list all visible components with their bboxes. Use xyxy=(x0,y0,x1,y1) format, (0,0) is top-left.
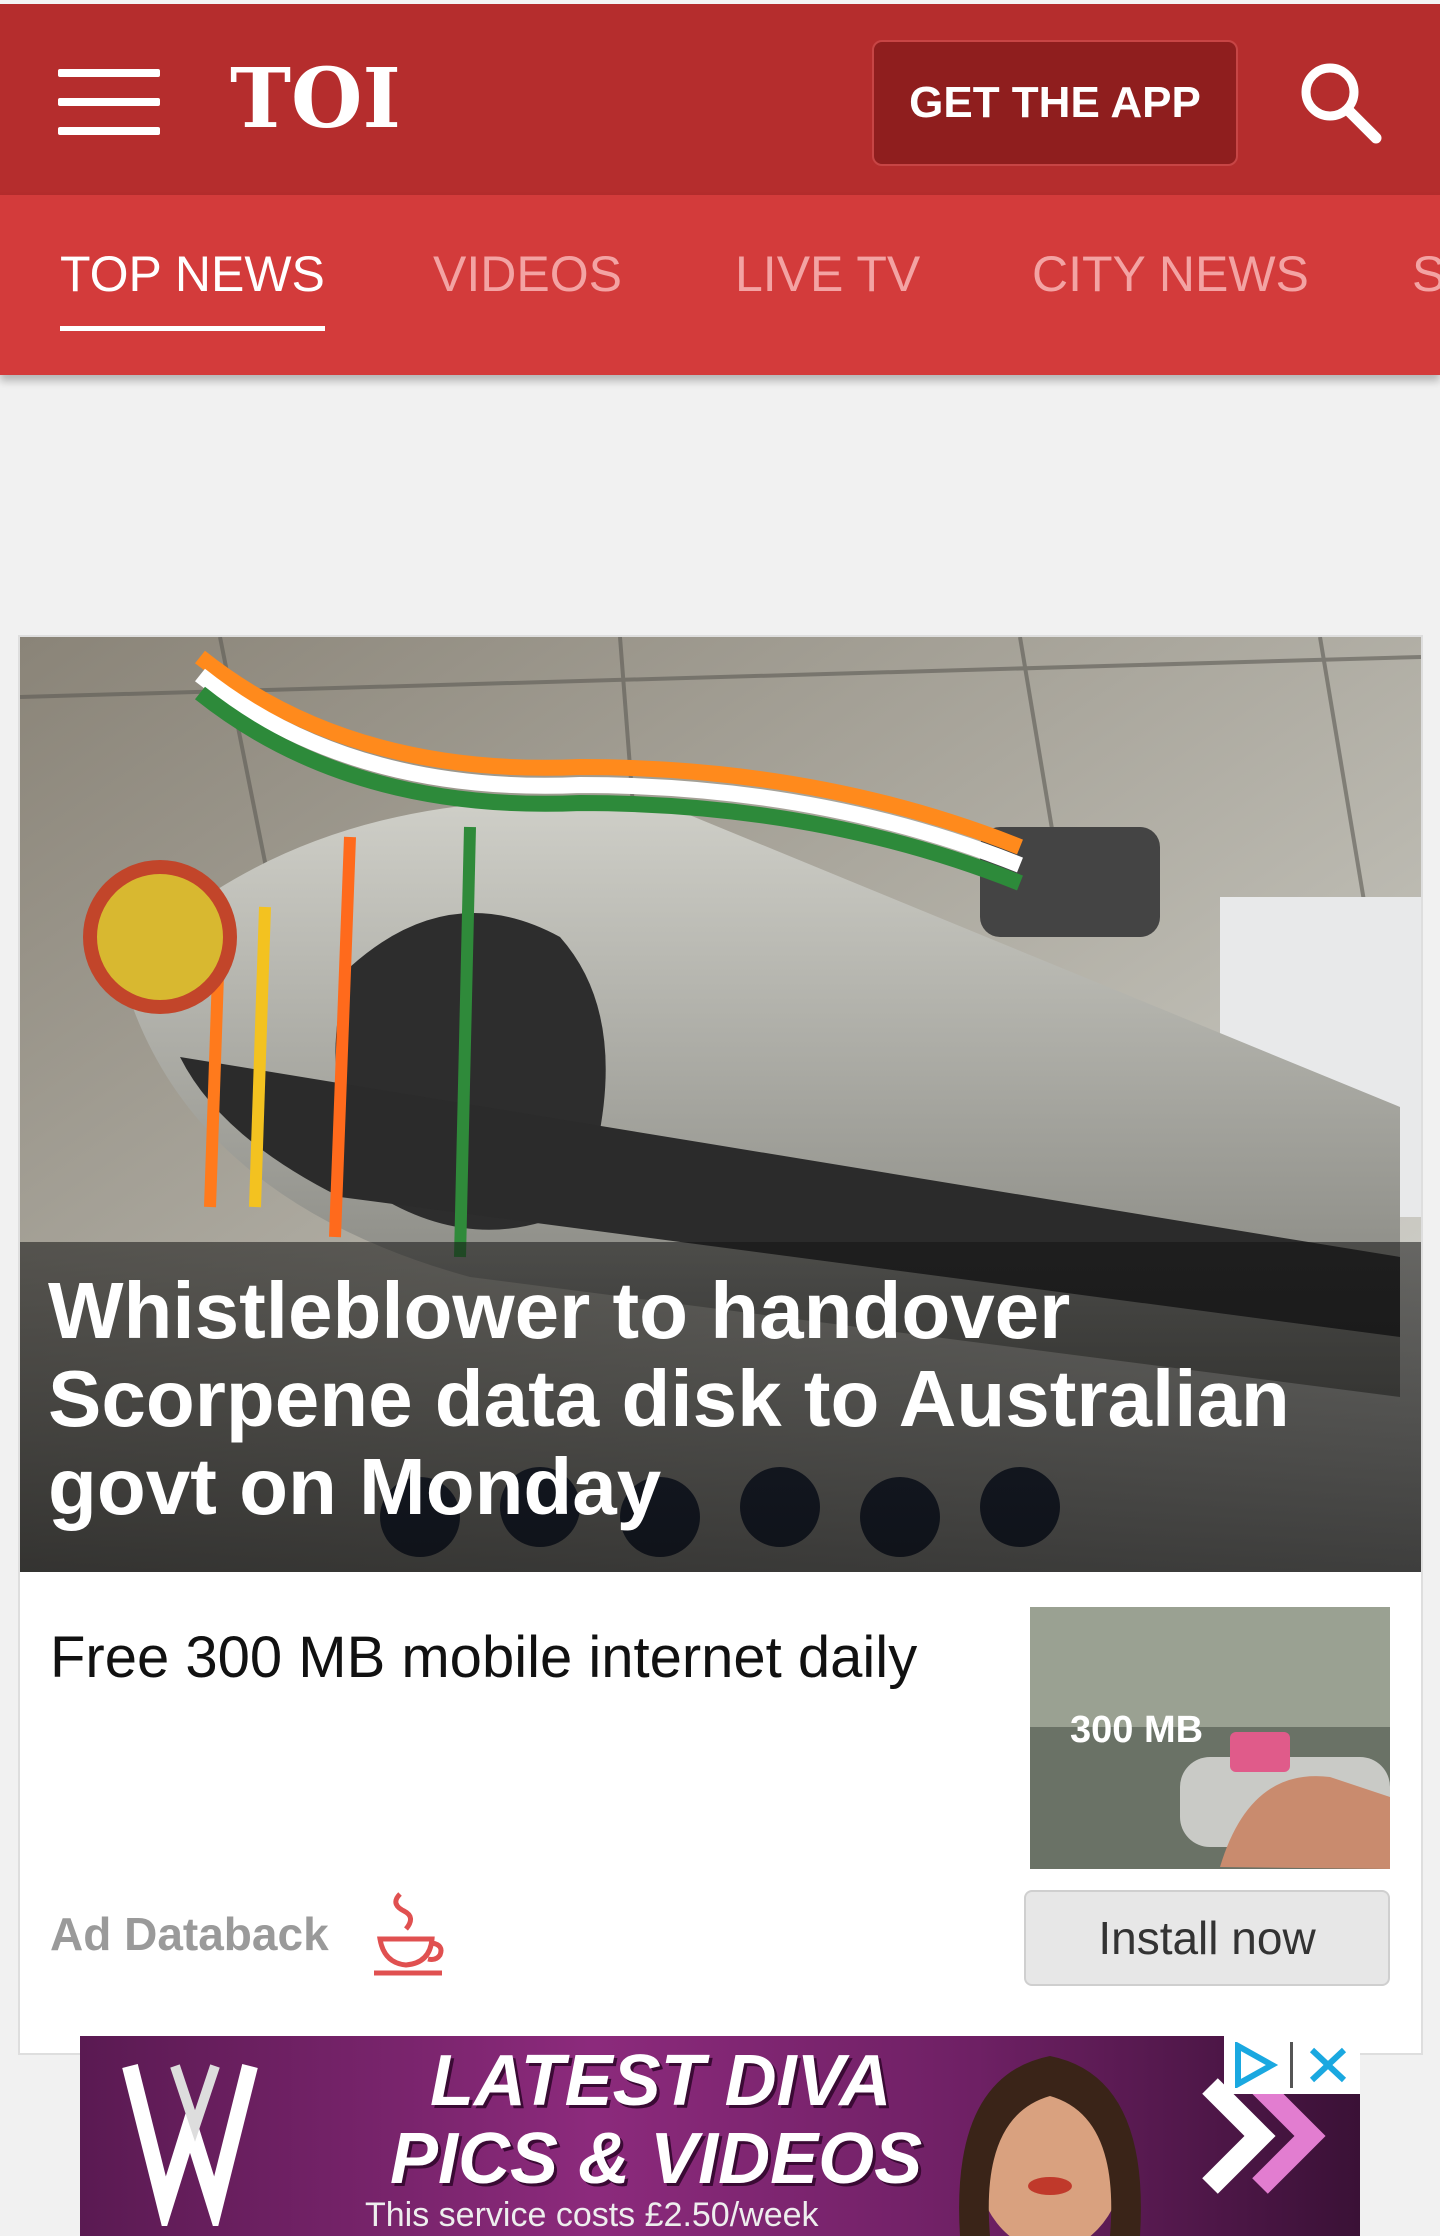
banner-line1: LATEST DIVA xyxy=(430,2041,892,2121)
tab-videos[interactable]: VIDEOS xyxy=(433,245,622,303)
banner-line2: PICS & VIDEOS xyxy=(390,2119,923,2199)
top-story-card[interactable]: Whistleblower to handover Scorpene data … xyxy=(18,635,1423,2055)
ad-choices xyxy=(1224,2036,1360,2094)
tab-city-news[interactable]: CITY NEWS xyxy=(1032,245,1309,303)
app-header: TOI GET THE APP xyxy=(0,0,1440,195)
thumb-300mb-text: 300 MB xyxy=(1070,1709,1203,1751)
tab-top-news[interactable]: TOP NEWS xyxy=(60,245,325,331)
site-logo[interactable]: TOI xyxy=(230,54,401,144)
adchoices-play-icon[interactable] xyxy=(1230,2042,1280,2088)
ad-source-label: Ad Databack xyxy=(50,1908,329,1960)
coffee-cup-icon xyxy=(374,1892,444,1976)
chevrons-icon xyxy=(1202,2078,1326,2194)
banner-ad[interactable]: LATEST DIVA PICS & VIDEOS This service c… xyxy=(80,2036,1360,2236)
diva-portrait xyxy=(959,2056,1141,2236)
section-tabs: TOP NEWS VIDEOS LIVE TV CITY NEWS S xyxy=(0,195,1440,375)
hero-headline[interactable]: Whistleblower to handover Scorpene data … xyxy=(48,1267,1378,1531)
tab-live-tv[interactable]: LIVE TV xyxy=(735,245,920,303)
install-now-button[interactable]: Install now xyxy=(1024,1890,1390,1986)
sponsored-headline[interactable]: Free 300 MB mobile internet daily xyxy=(50,1617,970,1699)
wwe-logo-icon xyxy=(122,2064,258,2226)
get-the-app-button[interactable]: GET THE APP xyxy=(872,40,1238,166)
tab-next-partial[interactable]: S xyxy=(1412,245,1440,303)
search-icon[interactable] xyxy=(1298,60,1382,144)
close-icon[interactable] xyxy=(1306,2044,1350,2086)
sponsored-thumbnail[interactable]: 300 MB xyxy=(1030,1607,1390,1869)
hero-image[interactable]: Whistleblower to handover Scorpene data … xyxy=(20,637,1421,1572)
banner-price-note: This service costs £2.50/week xyxy=(365,2196,819,2234)
menu-icon[interactable] xyxy=(58,69,160,137)
